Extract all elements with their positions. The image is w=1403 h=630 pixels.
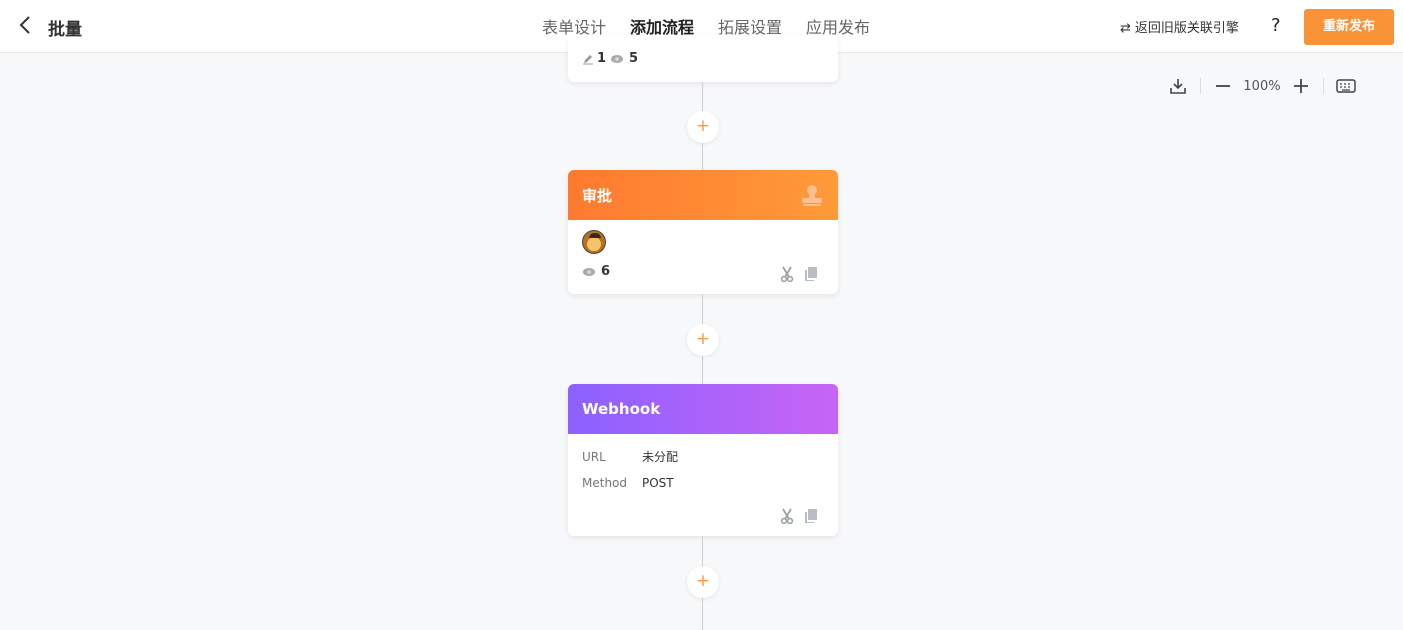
copy-icon[interactable]	[804, 266, 818, 282]
republish-button[interactable]: 重新发布	[1304, 9, 1394, 45]
url-label: URL	[582, 450, 606, 464]
edit-icon	[582, 53, 594, 65]
view-count: 6	[601, 264, 611, 279]
url-row: URL 未分配	[582, 444, 824, 470]
eye-icon	[582, 267, 596, 277]
previous-node-card[interactable]: 1 5	[568, 35, 838, 82]
approval-node-card[interactable]: 审批 6	[568, 170, 838, 294]
add-node-button[interactable]: +	[687, 324, 719, 356]
card-actions	[780, 508, 818, 524]
add-node-button[interactable]: +	[687, 111, 719, 143]
return-legacy-engine-link[interactable]: ⇄ 返回旧版关联引擎	[1120, 17, 1239, 36]
webhook-node-card[interactable]: Webhook URL 未分配 Method POST	[568, 384, 838, 536]
approval-node-title: 审批	[582, 186, 613, 205]
assignee-avatar[interactable]	[582, 230, 606, 254]
node-stats: 1 5	[582, 51, 824, 66]
method-row: Method POST	[582, 470, 824, 496]
toolbar-divider	[1200, 78, 1201, 94]
swap-icon: ⇄	[1120, 21, 1131, 36]
approval-node-header: 审批	[568, 170, 838, 220]
scissors-icon[interactable]	[780, 266, 794, 282]
canvas-toolbar: 100%	[1164, 74, 1360, 98]
toolbar-divider	[1323, 78, 1324, 94]
method-value: POST	[642, 476, 674, 490]
zoom-in-icon[interactable]	[1287, 74, 1315, 98]
app-title: 批量	[48, 20, 82, 40]
stamp-icon	[800, 183, 824, 207]
card-actions	[780, 266, 818, 282]
add-node-button[interactable]: +	[687, 566, 719, 598]
webhook-node-header: Webhook	[568, 384, 838, 434]
method-label: Method	[582, 476, 628, 490]
back-icon[interactable]	[18, 15, 38, 37]
keyboard-icon[interactable]	[1332, 74, 1360, 98]
help-icon[interactable]: ?	[1271, 15, 1281, 36]
edit-count: 1	[597, 51, 607, 66]
view-count: 5	[629, 51, 639, 66]
eye-icon	[610, 54, 624, 64]
url-value: 未分配	[642, 450, 679, 464]
webhook-node-title: Webhook	[582, 400, 661, 418]
copy-icon[interactable]	[804, 508, 818, 524]
zoom-out-icon[interactable]	[1209, 74, 1237, 98]
download-icon[interactable]	[1164, 74, 1192, 98]
scissors-icon[interactable]	[780, 508, 794, 524]
zoom-level: 100%	[1243, 78, 1281, 94]
